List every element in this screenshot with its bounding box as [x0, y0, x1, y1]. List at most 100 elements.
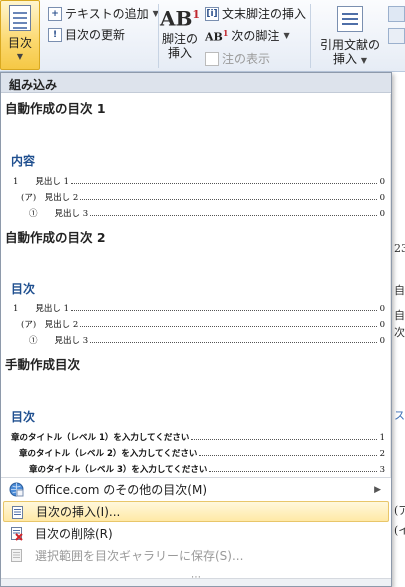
show-notes-label: 注の表示 [222, 52, 271, 66]
doc-fragment: 23 [394, 242, 405, 255]
toc-line-leader [209, 471, 377, 472]
toc-line-leader [199, 455, 377, 456]
menu-item-label: 選択範囲を目次ギャラリーに保存(S)... [35, 549, 244, 563]
doc-fragment: (ア [394, 504, 405, 517]
toc-preview-line: (ア) 見出し 2 0 [21, 190, 385, 203]
manual-toc-title: 手動作成目次 [5, 357, 81, 372]
toc-line-label: ① 見出し 3 [29, 336, 89, 346]
doc-fragment: ス [394, 409, 405, 422]
next-footnote-icon-text: AB [205, 30, 223, 44]
update-toc-button[interactable]: ! 目次の更新 [48, 26, 125, 43]
toc-line-leader [71, 310, 377, 311]
insert-endnote-label: 文末脚注の挿入 [222, 7, 307, 21]
insert-footnote-button[interactable]: AB1 脚注の 挿入 [160, 0, 200, 70]
style-icon[interactable] [388, 28, 405, 44]
save-gallery-icon [11, 549, 22, 562]
office-globe-icon [9, 482, 24, 497]
toc-preview-line: ① 見出し 3 0 [29, 206, 385, 219]
toc-line-page: 3 [379, 465, 385, 475]
gallery-item-auto-toc-2[interactable]: 自動作成の目次 2 目次 1 見出し 1 0 (ア) 見出し 2 0 ① 見出し 3… [1, 226, 390, 354]
manual-toc-heading: 目次 [11, 410, 36, 424]
toc-line-page: 0 [379, 336, 385, 346]
doc-fragment: 次 [394, 326, 405, 339]
toc-button-label: 目次 [7, 36, 32, 50]
toc-line-page: 0 [379, 193, 385, 203]
menu-item-label: Office.com のその他の目次(M) [35, 483, 208, 497]
footnote-icon-text: AB [159, 6, 193, 31]
toc-preview-line: (ア) 見出し 2 0 [21, 317, 385, 330]
auto-toc-1-heading: 内容 [11, 154, 36, 168]
insert-citation-label-2: 挿入 ▼ [333, 52, 367, 68]
menu-item-label: 目次の削除(R) [35, 527, 113, 541]
doc-fragment: (イ [394, 524, 405, 537]
toc-line-label: (ア) 見出し 2 [21, 193, 79, 203]
menu-item-remove-toc[interactable]: 目次の削除(R) [3, 523, 389, 544]
toc-button[interactable]: 目次 ▼ [0, 0, 40, 70]
footnote-icon-sup: 1 [192, 8, 201, 21]
ribbon-separator [310, 4, 311, 68]
menu-item-insert-toc[interactable]: 目次の挿入(I)... [3, 501, 389, 522]
insert-footnote-label-1: 脚注の [161, 31, 198, 46]
gallery-item-manual-toc[interactable]: 手動作成目次 目次 章のタイトル（レベル 1）を入力してください 1 章のタイトル… [1, 354, 390, 477]
toc-line-leader [90, 215, 377, 216]
ribbon-separator [158, 4, 159, 68]
toc-line-label: 1 見出し 1 [13, 177, 70, 187]
manage-sources-icon[interactable] [388, 6, 405, 22]
toc-line-label: 章のタイトル（レベル 3）を入力してください [29, 465, 208, 475]
menu-item-office-more-toc[interactable]: Office.com のその他の目次(M) ▶ [3, 479, 389, 500]
add-text-label: テキストの追加 [65, 7, 149, 21]
next-footnote-button[interactable]: AB1 次の脚注 ▼ [205, 27, 290, 44]
menu-item-save-selection[interactable]: 選択範囲を目次ギャラリーに保存(S)... [3, 545, 389, 566]
chevron-down-icon: ▼ [16, 52, 24, 61]
insert-footnote-label-2: 挿入 [167, 45, 192, 60]
footnote-icon: AB1 [160, 8, 201, 29]
chevron-down-icon: ▼ [360, 56, 367, 65]
gallery-item-auto-toc-1[interactable]: 自動作成の目次 1 内容 1 見出し 1 0 (ア) 見出し 2 0 ① 見出し 3… [1, 94, 390, 226]
toc-preview-line: ① 見出し 3 0 [29, 333, 385, 346]
toc-line-label: (ア) 見出し 2 [21, 320, 79, 330]
update-toc-label: 目次の更新 [65, 28, 126, 42]
menu-command-list: Office.com のその他の目次(M) ▶ 目次の挿入(I)... 目次の削… [1, 478, 391, 567]
toc-line-leader [80, 199, 377, 200]
next-footnote-icon: AB1 [205, 28, 228, 44]
toc-line-label: 1 見出し 1 [13, 304, 70, 314]
toc-preview-line: 章のタイトル（レベル 2）を入力してください 2 [19, 446, 385, 459]
resize-grip[interactable] [1, 572, 391, 586]
toc-line-label: ① 見出し 3 [29, 209, 89, 219]
gallery-scrollbar[interactable] [390, 94, 391, 477]
insert-endnote-button[interactable]: [i] 文末脚注の挿入 [205, 5, 306, 22]
references-ribbon: 目次 ▼ + テキストの追加 ▼ ! 目次の更新 AB1 脚注の 挿入 [i] … [0, 0, 405, 72]
toc-icon [9, 5, 31, 31]
toc-dropdown-menu: 組み込み 自動作成の目次 1 内容 1 見出し 1 0 (ア) 見出し 2 0 ① … [0, 72, 392, 587]
toc-gallery: 自動作成の目次 1 内容 1 見出し 1 0 (ア) 見出し 2 0 ① 見出し 3… [1, 94, 391, 477]
toc-preview-line: 1 見出し 1 0 [13, 301, 385, 314]
builtin-header: 組み込み [1, 73, 391, 93]
toc-line-label: 章のタイトル（レベル 2）を入力してください [19, 449, 198, 459]
doc-fragment: 自 [394, 284, 405, 297]
auto-toc-1-title: 自動作成の目次 1 [5, 101, 106, 116]
toc-line-page: 0 [379, 304, 385, 314]
menu-item-label: 目次の挿入(I)... [36, 505, 121, 519]
submenu-arrow-icon: ▶ [374, 484, 381, 495]
toc-preview-line: 章のタイトル（レベル 1）を入力してください 1 [11, 430, 385, 443]
toc-preview-line: 章のタイトル（レベル 3）を入力してください 3 [29, 462, 385, 475]
toc-line-leader [80, 326, 377, 327]
show-notes-icon [205, 51, 219, 66]
citation-icon [337, 6, 363, 32]
doc-fragment: 自 [394, 309, 405, 322]
toc-line-leader [90, 342, 377, 343]
auto-toc-2-heading: 目次 [11, 282, 36, 296]
insert-citation-label-1: 引用文献の [319, 38, 380, 52]
toc-line-page: 0 [379, 209, 385, 219]
insert-toc-icon [12, 506, 23, 519]
insert-citation-button[interactable]: 引用文献の 挿入 ▼ [316, 0, 384, 70]
show-notes-button[interactable]: 注の表示 [205, 50, 270, 67]
toc-line-label: 章のタイトル（レベル 1）を入力してください [11, 433, 190, 443]
toc-line-page: 0 [379, 177, 385, 187]
update-toc-icon: ! [48, 27, 62, 42]
add-text-button[interactable]: + テキストの追加 ▼ [48, 5, 159, 22]
toc-preview-line: 1 見出し 1 0 [13, 174, 385, 187]
chevron-down-icon: ▼ [283, 31, 290, 40]
toc-line-page: 0 [379, 320, 385, 330]
auto-toc-2-title: 自動作成の目次 2 [5, 230, 106, 245]
